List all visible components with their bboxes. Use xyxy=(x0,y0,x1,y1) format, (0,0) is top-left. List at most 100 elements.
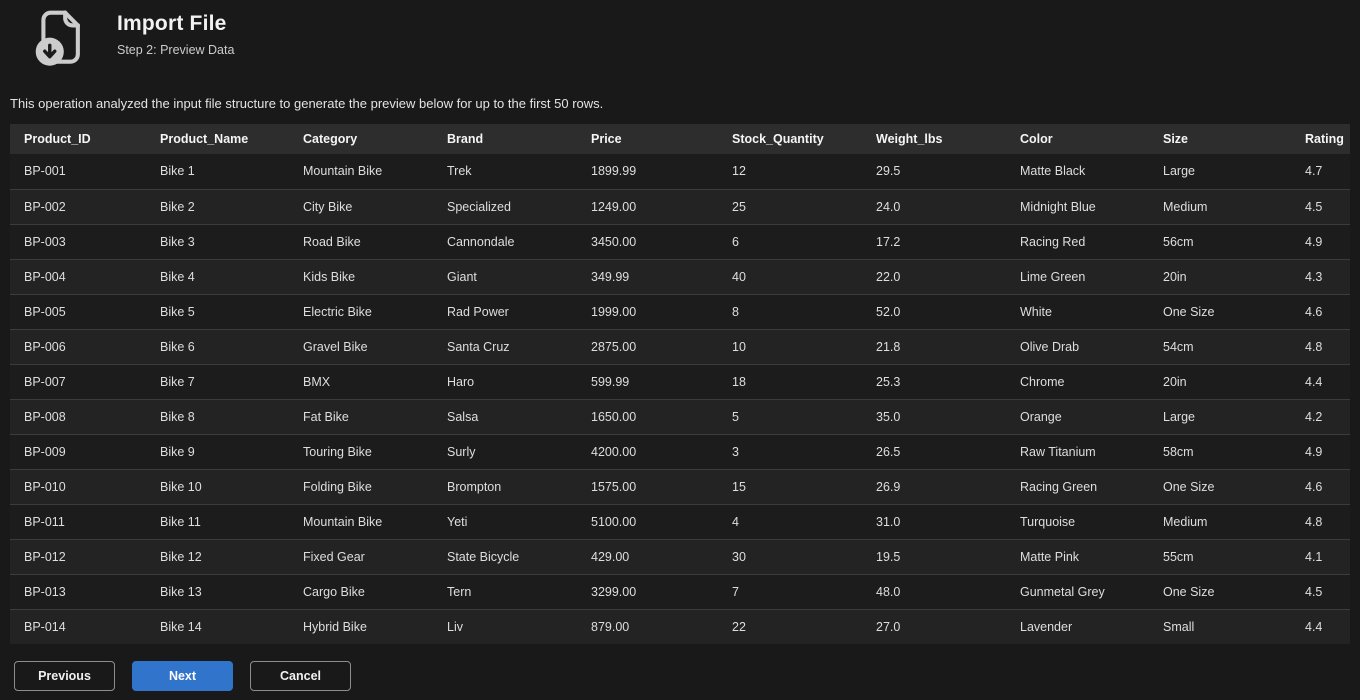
page-title: Import File xyxy=(117,12,227,35)
table-cell: Bike 12 xyxy=(160,549,202,564)
table-cell: 55cm xyxy=(1163,549,1194,564)
column-header: Product_Name xyxy=(160,132,249,146)
table-cell: 7 xyxy=(732,584,739,599)
table-cell: 1899.99 xyxy=(591,164,637,179)
table-cell: 10 xyxy=(732,339,746,354)
table-cell: BP-007 xyxy=(24,374,66,389)
table-cell: 26.5 xyxy=(876,444,901,459)
table-cell: BP-014 xyxy=(24,619,66,634)
table-cell: Small xyxy=(1163,619,1195,634)
table-body: BP-001 Bike 1 Mountain Bike Trek 1899.99 12 29… xyxy=(10,154,1350,644)
table-cell: Cargo Bike xyxy=(303,584,365,599)
table-cell: 15 xyxy=(732,479,746,494)
table-cell: 25.3 xyxy=(876,374,901,389)
table-cell: 20in xyxy=(1163,269,1187,284)
table-cell: 4.6 xyxy=(1305,479,1323,494)
table-cell: One Size xyxy=(1163,479,1215,494)
table-cell: 4.8 xyxy=(1305,514,1323,529)
table-row: BP-007 Bike 7 BMX Haro 599.99 18 25.3 Chrome 20i… xyxy=(10,364,1350,399)
table-cell: 48.0 xyxy=(876,584,901,599)
table-cell: 18 xyxy=(732,374,746,389)
next-button[interactable]: Next xyxy=(132,661,233,691)
table-cell: Matte Pink xyxy=(1020,549,1080,564)
table-cell: Bike 1 xyxy=(160,164,195,179)
column-header: Price xyxy=(591,132,622,146)
table-cell: Folding Bike xyxy=(303,479,372,494)
table-cell: 4.1 xyxy=(1305,549,1323,564)
table-cell: Hybrid Bike xyxy=(303,619,367,634)
table-cell: Matte Black xyxy=(1020,164,1086,179)
column-header: Category xyxy=(303,132,358,146)
table-cell: 5 xyxy=(732,409,739,424)
table-cell: BP-009 xyxy=(24,444,66,459)
table-cell: Haro xyxy=(447,374,475,389)
table-cell: Mountain Bike xyxy=(303,164,383,179)
table-cell: 4.4 xyxy=(1305,619,1323,634)
table-cell: Touring Bike xyxy=(303,444,372,459)
header-row: Product_ID Product_Name Category Brand Price… xyxy=(10,124,1350,154)
table-cell: 4.6 xyxy=(1305,304,1323,319)
table-cell: BP-010 xyxy=(24,479,66,494)
previous-button[interactable]: Previous xyxy=(14,661,115,691)
table-cell: Rad Power xyxy=(447,304,509,319)
table-cell: 3 xyxy=(732,444,739,459)
table-cell: 349.99 xyxy=(591,269,630,284)
table-cell: 29.5 xyxy=(876,164,901,179)
table-cell: Santa Cruz xyxy=(447,339,510,354)
column-header: Size xyxy=(1163,132,1189,146)
table-cell: 4.5 xyxy=(1305,584,1323,599)
table-cell: Large xyxy=(1163,164,1195,179)
table-cell: 12 xyxy=(732,164,746,179)
table-cell: Brompton xyxy=(447,479,502,494)
table-cell: Giant xyxy=(447,269,477,284)
table-cell: BP-005 xyxy=(24,304,66,319)
wizard-footer: Previous Next Cancel xyxy=(14,661,351,691)
table-row: BP-005 Bike 5 Electric Bike Rad Power 1999.0… xyxy=(10,294,1350,329)
table-cell: 4.9 xyxy=(1305,444,1323,459)
table-row: BP-009 Bike 9 Touring Bike Surly 4200.00 3 26.… xyxy=(10,434,1350,469)
table-cell: 2875.00 xyxy=(591,339,637,354)
table-cell: Bike 3 xyxy=(160,234,195,249)
table-cell: Tern xyxy=(447,584,472,599)
table-cell: Medium xyxy=(1163,199,1208,214)
table-cell: Bike 10 xyxy=(160,479,202,494)
table-cell: BP-008 xyxy=(24,409,66,424)
table-cell: 31.0 xyxy=(876,514,901,529)
table-cell: 1999.00 xyxy=(591,304,637,319)
table-cell: 58cm xyxy=(1163,444,1194,459)
table-cell: 26.9 xyxy=(876,479,901,494)
table-cell: 6 xyxy=(732,234,739,249)
table-row: BP-014 Bike 14 Hybrid Bike Liv 879.00 22 27.0 L… xyxy=(10,609,1350,644)
table-cell: 4200.00 xyxy=(591,444,637,459)
table-cell: 4.8 xyxy=(1305,339,1323,354)
table-cell: 17.2 xyxy=(876,234,901,249)
preview-table-container: Product_ID Product_Name Category Brand Price… xyxy=(10,124,1350,644)
table-cell: One Size xyxy=(1163,584,1215,599)
table-cell: 22.0 xyxy=(876,269,901,284)
table-cell: BP-012 xyxy=(24,549,66,564)
table-cell: Large xyxy=(1163,409,1195,424)
table-cell: 24.0 xyxy=(876,199,901,214)
table-row: BP-008 Bike 8 Fat Bike Salsa 1650.00 5 35.0 Ora… xyxy=(10,399,1350,434)
table-cell: Road Bike xyxy=(303,234,361,249)
table-cell: Raw Titanium xyxy=(1020,444,1096,459)
column-header: Brand xyxy=(447,132,484,146)
table-cell: 3450.00 xyxy=(591,234,637,249)
table-cell: 19.5 xyxy=(876,549,901,564)
table-cell: Surly xyxy=(447,444,476,459)
table-row: BP-006 Bike 6 Gravel Bike Santa Cruz 2875.00… xyxy=(10,329,1350,364)
dialog-header: Import File Step 2: Preview Data xyxy=(0,0,1360,70)
table-cell: 599.99 xyxy=(591,374,630,389)
table-cell: Mountain Bike xyxy=(303,514,383,529)
table-row: BP-013 Bike 13 Cargo Bike Tern 3299.00 7 48.0 G… xyxy=(10,574,1350,609)
table-cell: 40 xyxy=(732,269,746,284)
cancel-button[interactable]: Cancel xyxy=(250,661,351,691)
table-cell: 4.3 xyxy=(1305,269,1323,284)
table-cell: BP-006 xyxy=(24,339,66,354)
table-row: BP-011 Bike 11 Mountain Bike Yeti 5100.00 4 31… xyxy=(10,504,1350,539)
table-header: Product_ID Product_Name Category Brand Price… xyxy=(10,124,1350,154)
table-cell: 52.0 xyxy=(876,304,901,319)
table-cell: Olive Drab xyxy=(1020,339,1080,354)
table-cell: White xyxy=(1020,304,1052,319)
table-cell: 1650.00 xyxy=(591,409,637,424)
